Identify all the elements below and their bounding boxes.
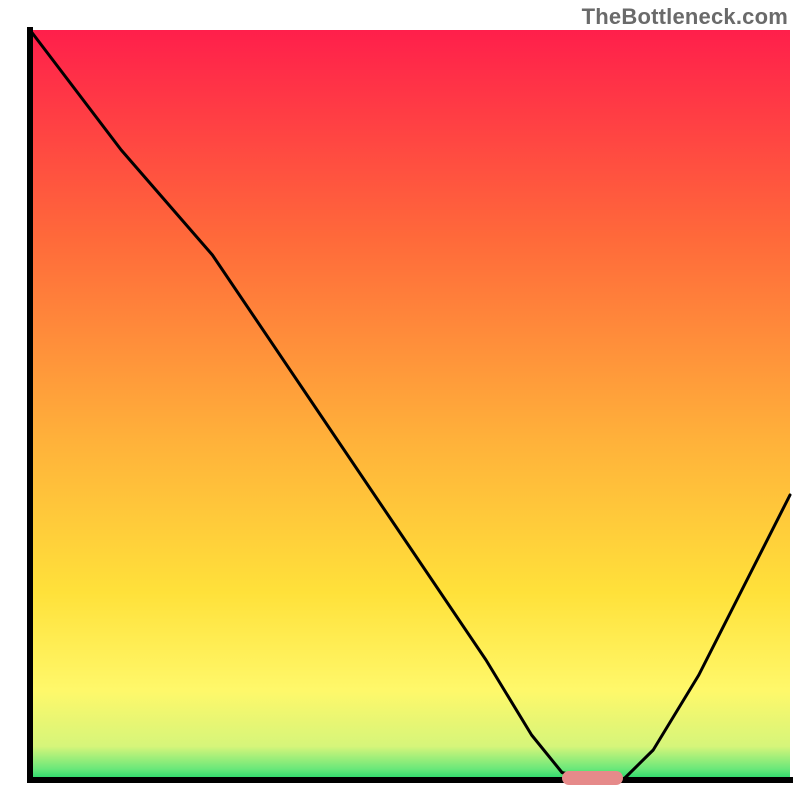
chart-container: TheBottleneck.com	[0, 0, 800, 800]
watermark-text: TheBottleneck.com	[582, 4, 788, 30]
plot-background	[30, 30, 790, 780]
optimal-range-marker	[562, 771, 623, 785]
bottleneck-chart	[0, 0, 800, 800]
